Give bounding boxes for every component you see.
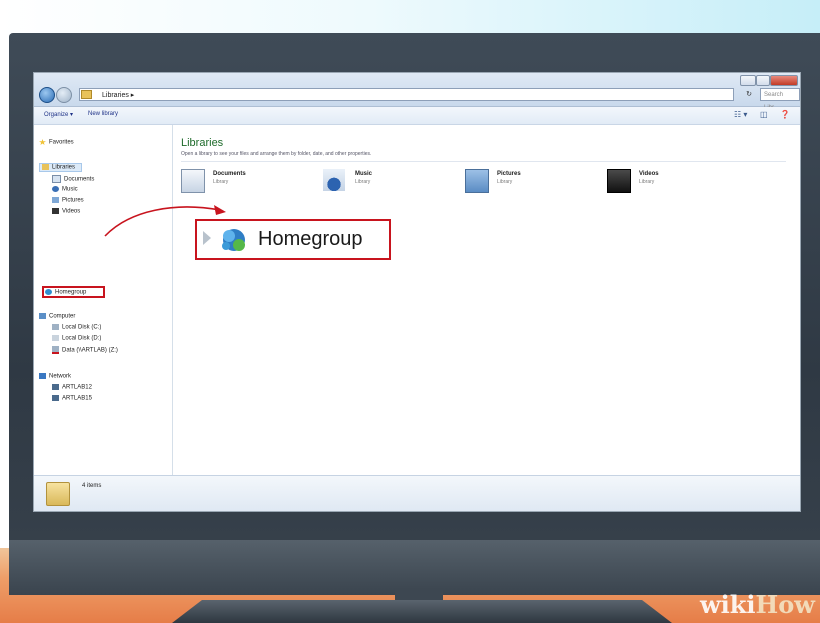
library-name: Music	[355, 171, 373, 177]
new-library-button[interactable]: New library	[88, 111, 118, 117]
homegroup-highlight-box	[42, 286, 105, 298]
forward-arrow-icon[interactable]	[56, 87, 72, 103]
nav-libraries[interactable]: Libraries	[39, 163, 83, 172]
library-name: Pictures	[497, 171, 521, 177]
homegroup-callout: Homegroup	[195, 219, 391, 260]
videos-icon	[52, 208, 59, 214]
computer-icon	[52, 384, 59, 390]
address-bar-area: Libraries ▸ ↻ Search Libr...	[34, 73, 800, 111]
close-button[interactable]	[770, 75, 798, 86]
wikihow-logo-how: How	[755, 590, 815, 619]
music-icon	[52, 186, 59, 192]
nav-item-music[interactable]: Music	[52, 186, 78, 193]
libraries-icon	[42, 164, 49, 170]
back-arrow-icon[interactable]	[39, 87, 55, 103]
command-bar: Organize ▾ New library ☷ ▾ ◫ ❓	[34, 107, 800, 125]
minimize-button[interactable]	[740, 75, 756, 86]
search-input[interactable]: Search Libr...	[760, 88, 800, 111]
expand-arrow-icon	[203, 231, 211, 245]
nav-network-artlab12[interactable]: ARTLAB12	[52, 384, 92, 391]
nav-drive-z[interactable]: Data (\\ARTLAB) (Z:)	[52, 346, 118, 354]
network-icon	[39, 373, 46, 379]
item-count: 4 items	[82, 483, 102, 489]
wikihow-logo: wikiHow	[700, 590, 815, 619]
nav-network-artlab15[interactable]: ARTLAB15	[52, 395, 92, 402]
pictures-icon	[52, 197, 59, 203]
library-type: Library	[497, 179, 513, 185]
nav-item-videos[interactable]: Videos	[52, 208, 80, 215]
nav-item-documents[interactable]: Documents	[52, 175, 94, 183]
nav-item-pictures[interactable]: Pictures	[52, 197, 84, 204]
nav-drive-d[interactable]: Local Disk (D:)	[52, 335, 101, 342]
nav-drive-z-label: Data (\\ARTLAB) (Z:)	[62, 347, 118, 354]
address-input[interactable]: Libraries ▸	[79, 88, 734, 101]
library-pictures[interactable]: Pictures Library	[465, 169, 585, 195]
libraries-icon	[46, 482, 70, 506]
preview-pane-icon[interactable]: ◫	[760, 110, 768, 119]
content-pane: Libraries Open a library to see your fil…	[173, 125, 800, 475]
computer-icon	[39, 313, 46, 319]
drive-icon	[52, 324, 59, 330]
library-type: Library	[213, 179, 229, 185]
wikihow-logo-wiki: wiki	[700, 590, 756, 619]
homegroup-callout-label: Homegroup	[258, 228, 363, 250]
pictures-icon	[465, 169, 489, 193]
views-icon[interactable]: ☷ ▾	[734, 110, 747, 119]
homegroup-icon	[222, 229, 245, 251]
library-name: Videos	[639, 171, 659, 177]
videos-icon	[607, 169, 631, 193]
navigation-pane: Favorites Libraries Documents Music Pict…	[34, 125, 173, 475]
library-type: Library	[639, 179, 655, 185]
documents-icon	[52, 175, 61, 183]
nav-computer-label: Computer	[49, 313, 76, 320]
nav-favorites[interactable]: Favorites	[39, 139, 74, 146]
library-videos[interactable]: Videos Library	[607, 169, 727, 195]
nav-network-label: Network	[49, 373, 72, 380]
computer-icon	[52, 395, 59, 401]
network-drive-icon	[52, 346, 59, 354]
star-icon	[39, 139, 46, 145]
page-subtitle: Open a library to see your files and arr…	[181, 151, 372, 157]
library-name: Documents	[213, 171, 246, 177]
monitor-stand-base	[172, 600, 672, 623]
address-path: Libraries	[102, 92, 129, 99]
nav-music-label: Music	[62, 186, 78, 193]
nav-artlab12-label: ARTLAB12	[62, 384, 92, 391]
library-type: Library	[355, 179, 371, 185]
nav-drive-c[interactable]: Local Disk (C:)	[52, 324, 101, 331]
music-icon	[323, 169, 345, 191]
organize-button[interactable]: Organize ▾	[44, 111, 73, 118]
library-documents[interactable]: Documents Library	[181, 169, 301, 195]
nav-drive-c-label: Local Disk (C:)	[62, 324, 102, 331]
nav-network[interactable]: Network	[39, 373, 71, 380]
nav-drive-d-label: Local Disk (D:)	[62, 335, 102, 342]
monitor-chin	[9, 540, 820, 595]
nav-libraries-label: Libraries	[52, 164, 76, 171]
nav-artlab15-label: ARTLAB15	[62, 395, 92, 402]
nav-favorites-label: Favorites	[49, 139, 74, 146]
page-title: Libraries	[181, 137, 224, 149]
library-music[interactable]: Music Library	[323, 169, 443, 195]
nav-computer[interactable]: Computer	[39, 313, 75, 320]
help-icon[interactable]: ❓	[780, 110, 790, 119]
documents-icon	[181, 169, 205, 193]
nav-documents-label: Documents	[64, 176, 95, 183]
nav-pictures-label: Pictures	[62, 197, 84, 204]
nav-videos-label: Videos	[62, 208, 81, 215]
status-bar: 4 items	[34, 475, 800, 511]
divider	[181, 161, 786, 162]
folder-icon	[81, 90, 92, 99]
refresh-icon[interactable]: ↻	[740, 88, 758, 101]
drive-icon	[52, 335, 59, 341]
explorer-window: Libraries ▸ ↻ Search Libr... Organize ▾ …	[33, 72, 801, 512]
maximize-button[interactable]	[756, 75, 770, 86]
